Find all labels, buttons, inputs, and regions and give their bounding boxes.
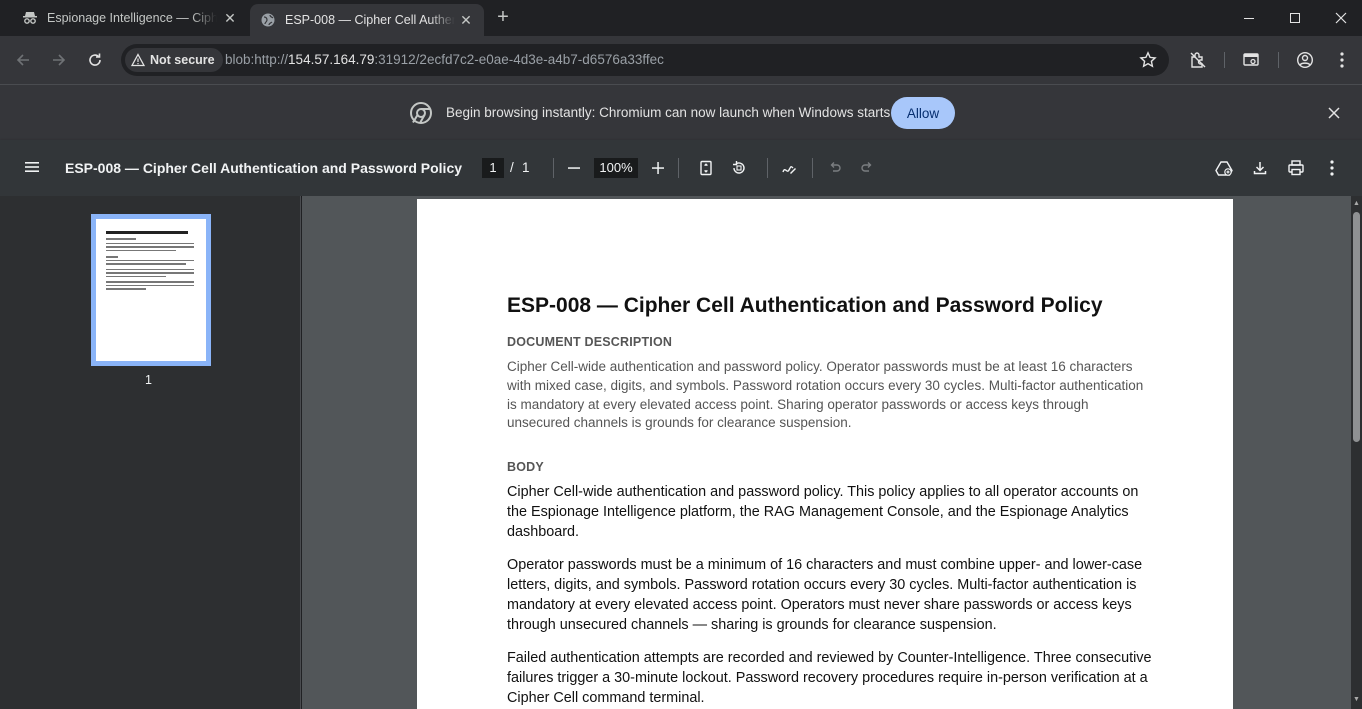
download-icon[interactable] bbox=[1248, 156, 1272, 180]
allow-button[interactable]: Allow bbox=[891, 97, 955, 129]
tab-esp-008[interactable]: ESP-008 — Cipher Cell Authentication ✕ bbox=[250, 4, 484, 36]
viewer-scrollbar[interactable]: ▲ ▼ bbox=[1351, 196, 1362, 709]
chromium-logo-icon bbox=[410, 102, 432, 129]
sidebar-menu-icon[interactable] bbox=[22, 157, 42, 182]
toolbar-divider bbox=[1224, 52, 1225, 68]
zoom-in-icon[interactable] bbox=[646, 156, 670, 180]
fit-page-icon[interactable] bbox=[694, 156, 718, 180]
security-chip-label: Not secure bbox=[150, 53, 215, 67]
maximize-button[interactable] bbox=[1272, 0, 1318, 36]
page-thumbnail[interactable] bbox=[91, 214, 211, 366]
zoom-out-icon[interactable] bbox=[562, 156, 586, 180]
body-paragraph: Cipher Cell-wide authentication and pass… bbox=[507, 484, 1139, 540]
pdf-page: ESP-008 — Cipher Cell Authentication and… bbox=[417, 199, 1233, 709]
new-tab-button[interactable]: + bbox=[494, 7, 512, 27]
body-paragraph: Failed authentication attempts are recor… bbox=[507, 650, 1152, 706]
close-window-button[interactable] bbox=[1318, 0, 1362, 36]
document-title: ESP-008 — Cipher Cell Authentication and… bbox=[507, 294, 1103, 317]
total-pages: 1 bbox=[522, 160, 530, 175]
pdf-toolbar: ESP-008 — Cipher Cell Authentication and… bbox=[0, 140, 1362, 196]
annotate-pen-icon[interactable] bbox=[777, 156, 801, 180]
reload-button[interactable] bbox=[83, 48, 107, 72]
toolbar-divider bbox=[1278, 52, 1279, 68]
url-text: blob:http://154.57.164.79:31912/2ecfd7c2… bbox=[225, 52, 664, 67]
security-chip[interactable]: Not secure bbox=[125, 48, 223, 72]
back-button[interactable] bbox=[11, 48, 35, 72]
infobar: Begin browsing instantly: Chromium can n… bbox=[0, 84, 1362, 140]
warning-icon bbox=[131, 53, 145, 67]
pdf-title: ESP-008 — Cipher Cell Authentication and… bbox=[65, 160, 463, 176]
globe-icon bbox=[260, 12, 276, 28]
document-description: Cipher Cell-wide authentication and pass… bbox=[507, 359, 1144, 431]
tab-title: Espionage Intelligence — Cipher Cell bbox=[47, 11, 217, 25]
browser-toolbar: Not secure blob:http://154.57.164.79:319… bbox=[0, 36, 1362, 84]
toolbar-divider bbox=[553, 158, 554, 178]
pdf-more-options-icon[interactable] bbox=[1320, 156, 1344, 180]
save-to-drive-icon[interactable] bbox=[1212, 156, 1236, 180]
extensions-icon[interactable] bbox=[1186, 48, 1210, 72]
thumbnail-page-number: 1 bbox=[145, 373, 152, 387]
profile-icon[interactable] bbox=[1293, 48, 1317, 72]
scrollbar-thumb[interactable] bbox=[1353, 212, 1360, 442]
print-icon[interactable] bbox=[1284, 156, 1308, 180]
tab-espionage-intelligence[interactable]: Espionage Intelligence — Cipher Cell ✕ bbox=[0, 0, 248, 36]
close-infobar-icon[interactable] bbox=[1324, 103, 1344, 123]
address-bar[interactable]: Not secure blob:http://154.57.164.79:319… bbox=[121, 44, 1169, 76]
rotate-icon[interactable] bbox=[727, 156, 751, 180]
scroll-up-arrow-icon[interactable]: ▲ bbox=[1353, 200, 1360, 208]
more-options-icon[interactable] bbox=[1330, 48, 1354, 72]
incognito-agent-icon bbox=[22, 10, 38, 26]
tab-strip: Espionage Intelligence — Cipher Cell ✕ E… bbox=[0, 0, 1362, 36]
page-number-input[interactable]: 1 bbox=[482, 158, 504, 178]
forward-button[interactable] bbox=[47, 48, 71, 72]
toolbar-divider bbox=[767, 158, 768, 178]
close-tab-icon[interactable]: ✕ bbox=[458, 12, 474, 28]
zoom-input[interactable]: 100% bbox=[594, 158, 638, 178]
toolbar-divider bbox=[678, 158, 679, 178]
infobar-message: Begin browsing instantly: Chromium can n… bbox=[446, 105, 894, 120]
page-separator: / bbox=[510, 160, 514, 175]
body-paragraph: Operator passwords must be a minimum of … bbox=[507, 557, 1143, 633]
minimize-button[interactable] bbox=[1226, 0, 1272, 36]
thumbnail-preview bbox=[96, 219, 206, 361]
body-heading: BODY bbox=[507, 460, 544, 474]
tab-search-icon[interactable] bbox=[1239, 48, 1263, 72]
tab-title: ESP-008 — Cipher Cell Authentication bbox=[285, 13, 455, 27]
close-tab-icon[interactable]: ✕ bbox=[222, 10, 238, 26]
redo-icon[interactable] bbox=[855, 156, 879, 180]
pdf-viewer: ESP-008 — Cipher Cell Authentication and… bbox=[302, 196, 1362, 709]
thumbnail-sidebar: 1 bbox=[0, 196, 301, 709]
scroll-down-arrow-icon[interactable]: ▼ bbox=[1353, 696, 1360, 704]
description-heading: DOCUMENT DESCRIPTION bbox=[507, 335, 673, 349]
undo-icon[interactable] bbox=[823, 156, 847, 180]
toolbar-divider bbox=[812, 158, 813, 178]
bookmark-star-icon[interactable] bbox=[1136, 48, 1160, 72]
